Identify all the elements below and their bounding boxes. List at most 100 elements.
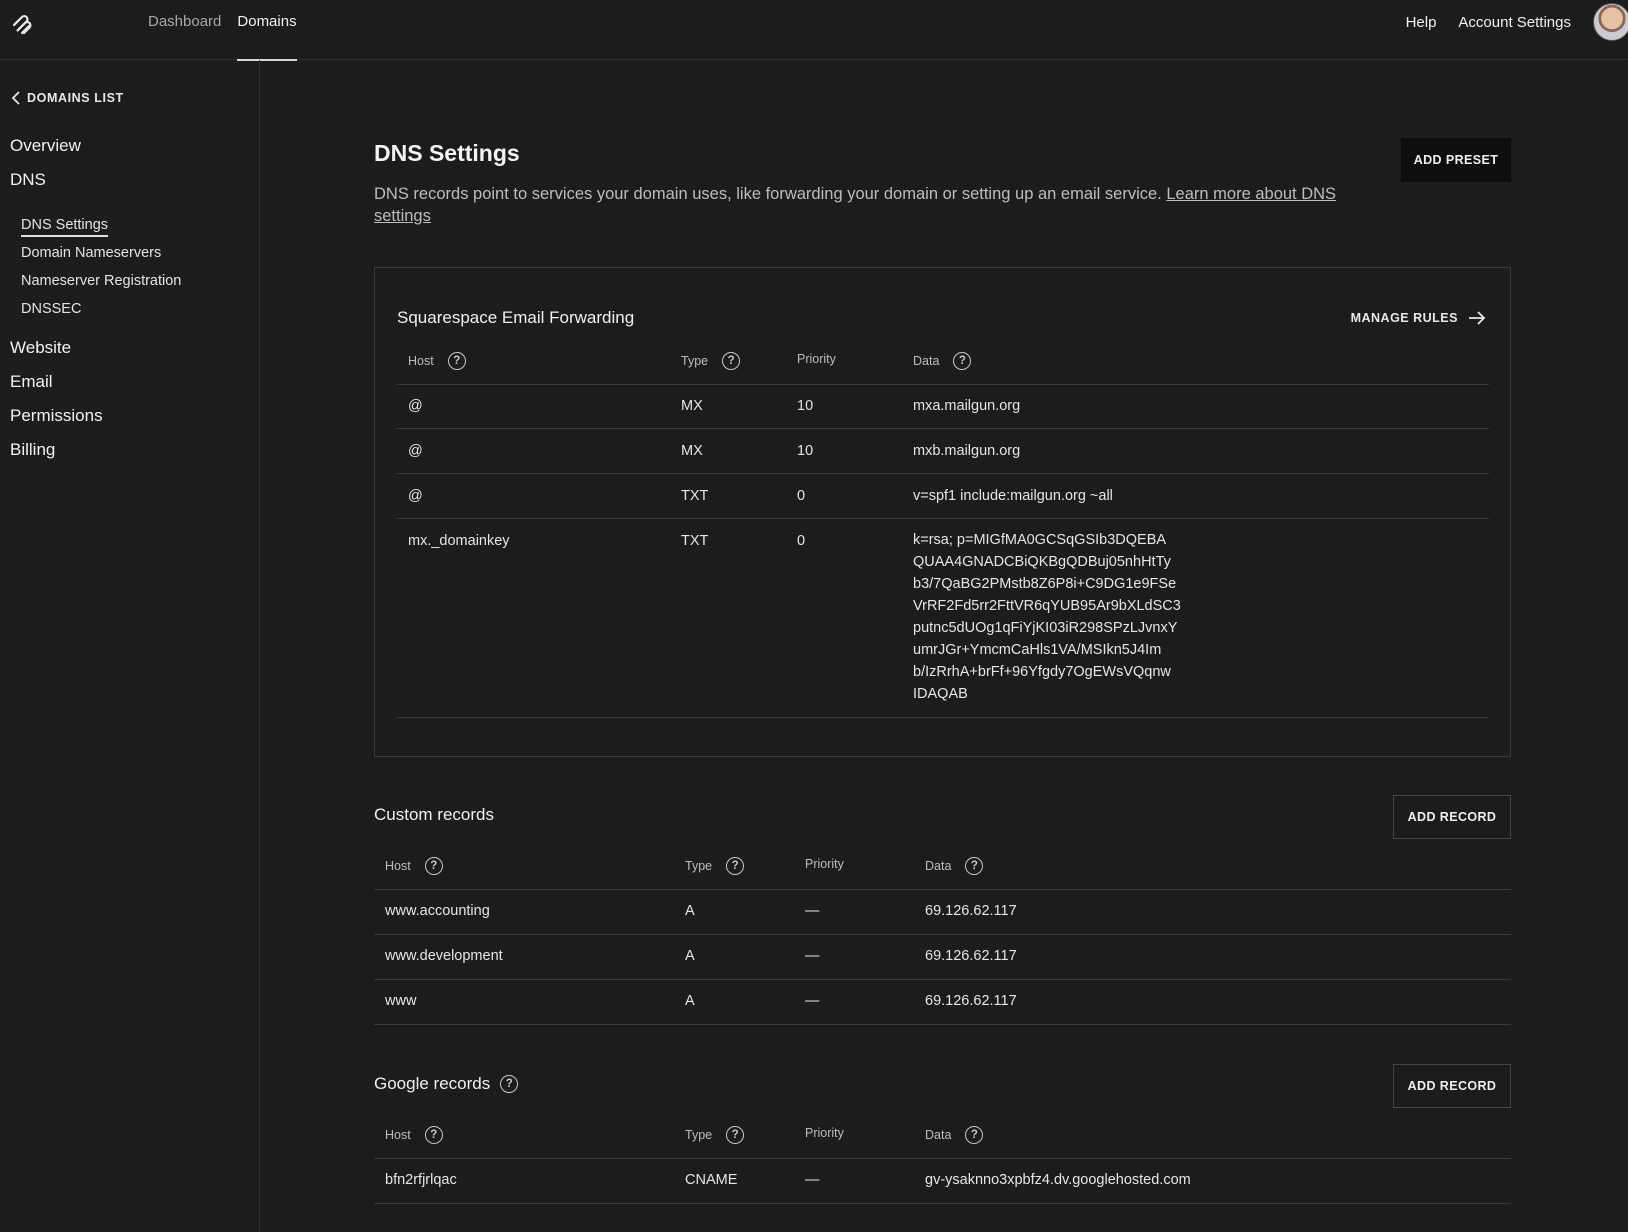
row-type: MX — [681, 398, 703, 414]
table-header: Host? Type? Priority Data? — [374, 1126, 1511, 1146]
row-priority: — — [805, 1172, 820, 1188]
custom-records-title: Custom records — [374, 805, 494, 824]
dkim-line: b/IzRrhA+brFf+96Yfgdy7OgEWsVQqnw — [913, 664, 1171, 680]
add-google-record-button[interactable]: ADD RECORD — [1393, 1064, 1511, 1108]
squarespace-logo-icon[interactable] — [10, 12, 36, 38]
nav-domains[interactable]: Domains — [237, 0, 297, 61]
sidebar: DOMAINS LIST Overview DNS DNS Settings D… — [0, 60, 260, 1232]
divider — [374, 934, 1511, 935]
row-type: TXT — [681, 533, 709, 549]
sidebar-item-email[interactable]: Email — [10, 372, 53, 392]
divider — [374, 1024, 1511, 1025]
row-host: bfn2rfjrlqac — [385, 1172, 457, 1188]
manage-rules-label: MANAGE RULES — [1350, 311, 1458, 325]
divider — [397, 428, 1489, 429]
col-data: Data? — [913, 352, 972, 370]
help-icon[interactable]: ? — [953, 352, 972, 370]
row-data: 69.126.62.117 — [925, 903, 1017, 919]
sidebar-item-dns-settings[interactable]: DNS Settings — [21, 217, 109, 237]
page-title: DNS Settings — [374, 140, 520, 166]
row-data: 69.126.62.117 — [925, 993, 1017, 1009]
help-icon[interactable]: ? — [447, 352, 466, 370]
help-icon[interactable]: ? — [424, 857, 443, 875]
dkim-line: k=rsa; p=MIGfMA0GCSqGSIb3DQEBA — [913, 532, 1167, 548]
back-label: DOMAINS LIST — [27, 91, 124, 105]
dkim-line: putnc5dUOg1qFiYjKI03iR298SPzLJvnxY — [913, 620, 1178, 636]
help-icon[interactable]: ? — [722, 352, 741, 370]
google-records-title: Google records — [374, 1074, 491, 1093]
row-type: A — [685, 948, 695, 964]
avatar[interactable] — [1593, 3, 1628, 41]
col-priority: Priority — [797, 352, 836, 366]
help-link[interactable]: Help — [1406, 14, 1437, 31]
arrow-right-icon — [1469, 311, 1486, 325]
sidebar-item-dnssec[interactable]: DNSSEC — [21, 301, 81, 317]
manage-rules-link[interactable]: MANAGE RULES — [1351, 310, 1486, 326]
divider — [397, 717, 1489, 718]
col-data: Data? — [925, 1126, 984, 1144]
sidebar-item-permissions[interactable]: Permissions — [10, 406, 103, 426]
row-priority: — — [805, 993, 820, 1009]
col-priority: Priority — [805, 1126, 844, 1140]
divider — [374, 1203, 1511, 1204]
account-settings-link[interactable]: Account Settings — [1458, 14, 1571, 31]
back-to-domains-list[interactable]: DOMAINS LIST — [10, 90, 124, 106]
row-data: mxb.mailgun.org — [913, 443, 1021, 459]
top-nav: Dashboard Domains — [148, 0, 313, 61]
sidebar-item-domain-nameservers[interactable]: Domain Nameservers — [21, 245, 161, 261]
sidebar-item-dns[interactable]: DNS — [10, 170, 46, 190]
dkim-line: QUAA4GNADCBiQKBgQDBuj05nhHtTy — [913, 554, 1171, 570]
page-description: DNS records point to services your domai… — [374, 183, 1374, 227]
col-host: Host? — [408, 352, 466, 370]
help-icon[interactable]: ? — [500, 1075, 519, 1093]
dkim-line: VrRF2Fd5rr2FttVR6qYUB95Ar9bXLdSC3 — [913, 598, 1181, 614]
row-priority: 10 — [797, 398, 814, 414]
email-forwarding-title: Squarespace Email Forwarding — [397, 308, 635, 327]
help-icon[interactable]: ? — [424, 1126, 443, 1144]
row-data-dkim: k=rsa; p=MIGfMA0GCSqGSIb3DQEBA QUAA4GNAD… — [913, 529, 1181, 705]
row-type: TXT — [681, 488, 709, 504]
divider — [397, 384, 1489, 385]
nav-dashboard[interactable]: Dashboard — [148, 0, 221, 60]
row-type: CNAME — [685, 1172, 738, 1188]
table-header: Host? Type? Priority Data? — [374, 857, 1511, 877]
row-host: www.development — [385, 948, 503, 964]
sidebar-item-website[interactable]: Website — [10, 338, 71, 358]
help-icon[interactable]: ? — [726, 857, 745, 875]
row-priority: 0 — [797, 488, 806, 504]
row-data: gv-ysaknno3xpbfz4.dv.googlehosted.com — [925, 1172, 1191, 1188]
divider — [397, 473, 1489, 474]
row-priority: — — [805, 948, 820, 964]
add-record-button[interactable]: ADD RECORD — [1393, 795, 1511, 839]
row-data: v=spf1 include:mailgun.org ~all — [913, 488, 1113, 504]
row-host: www — [385, 993, 417, 1009]
row-host: @ — [408, 443, 423, 459]
help-icon[interactable]: ? — [965, 1126, 984, 1144]
row-priority: — — [805, 903, 820, 919]
email-forwarding-card: Squarespace Email Forwarding MANAGE RULE… — [374, 267, 1511, 757]
divider — [374, 889, 1511, 890]
row-host: @ — [408, 398, 423, 414]
divider — [374, 1158, 1511, 1159]
sidebar-item-nameserver-registration[interactable]: Nameserver Registration — [21, 273, 181, 289]
divider — [397, 518, 1489, 519]
divider — [374, 979, 1511, 980]
chevron-left-icon — [11, 91, 20, 105]
sidebar-item-overview[interactable]: Overview — [10, 136, 81, 156]
dkim-line: umrJGr+YmcmCaHls1VA/MSIkn5J4Im — [913, 642, 1162, 658]
row-type: MX — [681, 443, 703, 459]
col-priority: Priority — [805, 857, 844, 871]
row-host: @ — [408, 488, 423, 504]
table-header: Host? Type? Priority Data? — [397, 352, 1489, 372]
help-icon[interactable]: ? — [726, 1126, 745, 1144]
sidebar-item-billing[interactable]: Billing — [10, 440, 55, 460]
help-icon[interactable]: ? — [965, 857, 984, 875]
dkim-line: IDAQAB — [913, 686, 968, 702]
description-text: DNS records point to services your domai… — [374, 185, 1162, 203]
top-bar: Dashboard Domains Help Account Settings — [0, 0, 1628, 61]
row-data: mxa.mailgun.org — [913, 398, 1021, 414]
row-host: mx._domainkey — [408, 533, 510, 549]
add-preset-button[interactable]: ADD PRESET — [1401, 138, 1511, 182]
row-data: 69.126.62.117 — [925, 948, 1017, 964]
col-data: Data? — [925, 857, 984, 875]
